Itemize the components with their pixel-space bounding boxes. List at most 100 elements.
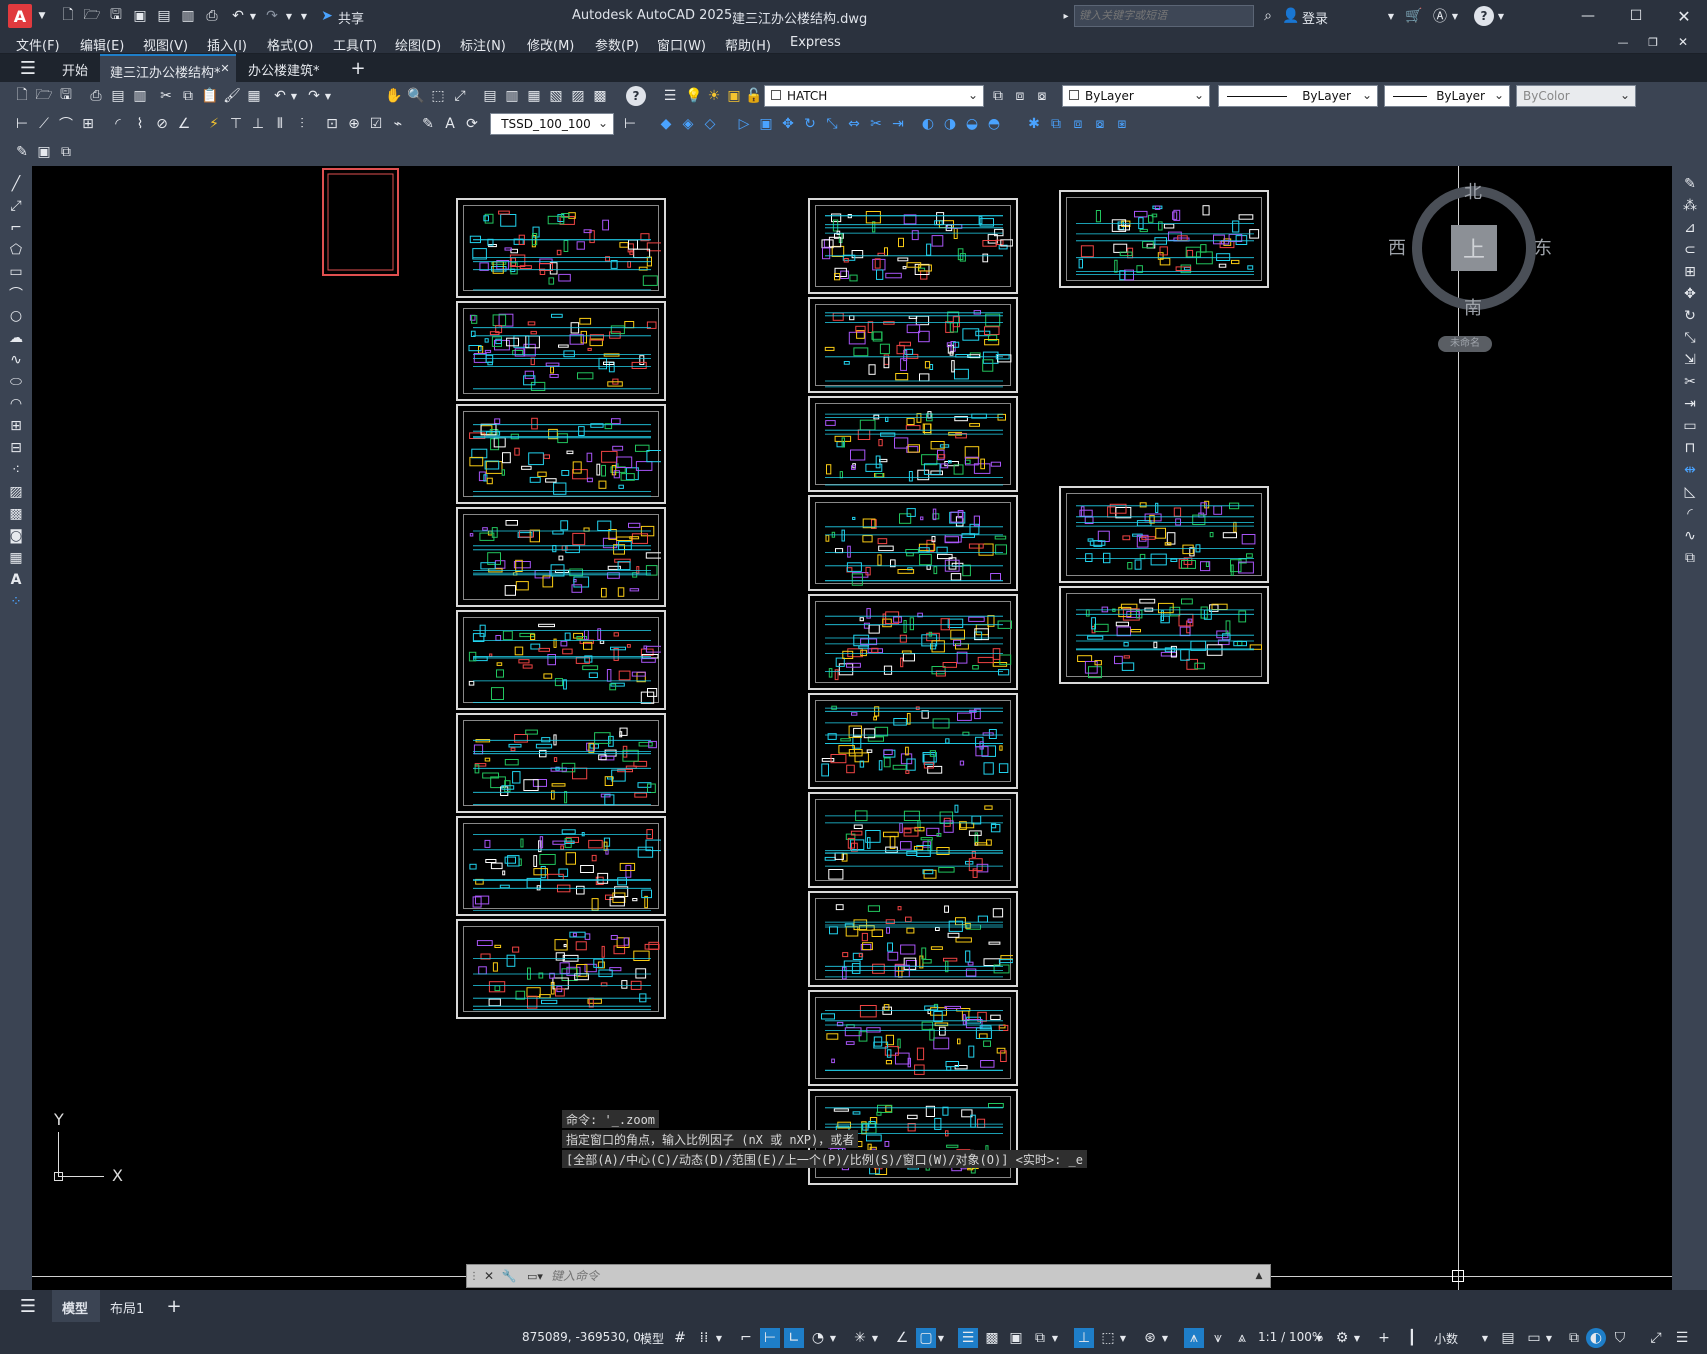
add-selected-icon[interactable]: ⁘ bbox=[6, 592, 26, 612]
menu-item-insert[interactable]: 插入(I) bbox=[207, 35, 247, 54]
dim-jogged-icon[interactable]: ⌇ bbox=[130, 114, 150, 134]
auto-scale-icon[interactable]: ⩛ bbox=[1208, 1328, 1228, 1348]
lineweight-dropdown[interactable]: ByLayer ⌄ bbox=[1384, 85, 1510, 107]
modify-array-icon[interactable]: ▣ bbox=[756, 114, 776, 134]
user-icon[interactable]: 👤 bbox=[1282, 6, 1300, 26]
annotation-monitor-icon[interactable]: + bbox=[1374, 1328, 1394, 1348]
rotate-icon[interactable]: ↻ bbox=[1680, 306, 1700, 326]
tab-structure[interactable]: 建三江办公楼结构* bbox=[100, 54, 236, 82]
minimize-icon[interactable]: — bbox=[1576, 6, 1600, 26]
dim-update-icon[interactable]: ⟳ bbox=[462, 114, 482, 134]
search-icon[interactable]: ⌕ bbox=[1258, 6, 1278, 26]
lock-ui-dropdown-icon[interactable]: ▼ bbox=[1544, 1328, 1554, 1348]
modify-erase-icon[interactable]: ◆ bbox=[656, 114, 676, 134]
autodesk-app-dropdown-icon[interactable]: ▼ bbox=[1450, 8, 1460, 24]
snap-dropdown-icon[interactable]: ▼ bbox=[714, 1328, 724, 1348]
move-icon[interactable]: ✥ bbox=[1680, 284, 1700, 304]
fillet-icon[interactable]: ◜ bbox=[1680, 504, 1700, 524]
center-mark-icon[interactable]: ⊕ bbox=[344, 114, 364, 134]
annotation-scale-dropdown-icon[interactable]: ▼ bbox=[1314, 1328, 1324, 1348]
modify-fillet-icon[interactable]: ◓ bbox=[984, 114, 1004, 134]
units-dropdown-icon[interactable]: ▼ bbox=[1480, 1328, 1490, 1348]
doc-minimize-icon[interactable]: — bbox=[1614, 33, 1632, 51]
dim-linear-icon[interactable]: ⊢ bbox=[12, 114, 32, 134]
command-customize-icon[interactable]: 🔧 bbox=[501, 1267, 517, 1285]
menu-item-view[interactable]: 视图(V) bbox=[143, 35, 188, 54]
construction-line-icon[interactable]: ⤢ bbox=[6, 196, 26, 216]
draworder-back-icon[interactable]: ⧈ bbox=[1068, 114, 1088, 134]
infer-constraints-icon[interactable]: ⌐ bbox=[736, 1328, 756, 1348]
viewcube-face-top[interactable]: 上 bbox=[1451, 225, 1497, 271]
modify-copy-icon[interactable]: ◈ bbox=[678, 114, 698, 134]
layer-on-bulb-icon[interactable]: 💡 bbox=[684, 86, 704, 106]
object-snap-dropdown-icon[interactable]: ▼ bbox=[936, 1328, 946, 1348]
chamfer-icon[interactable]: ◺ bbox=[1680, 482, 1700, 502]
undo-tool-icon[interactable]: ↶ bbox=[270, 86, 290, 106]
dynamic-input-icon[interactable]: ⊢ bbox=[760, 1328, 780, 1348]
annotation-scale-icon[interactable]: ⩓ bbox=[1232, 1328, 1252, 1348]
workspace-gear-icon[interactable]: ⚙ bbox=[1332, 1328, 1352, 1348]
help-dropdown-icon[interactable]: ▼ bbox=[1496, 8, 1506, 24]
modify-chamfer-icon[interactable]: ◒ bbox=[962, 114, 982, 134]
object-snap-icon[interactable]: ▢ bbox=[916, 1328, 936, 1348]
viewcube-north[interactable]: 北 bbox=[1464, 178, 1482, 204]
modify-scale-icon[interactable]: ⤡ bbox=[822, 114, 842, 134]
dimstyle-icon[interactable]: ⊢ bbox=[620, 114, 640, 134]
copy-object-icon[interactable]: ⁂ bbox=[1680, 196, 1700, 216]
viewcube-east[interactable]: 东 bbox=[1534, 234, 1552, 260]
save-tool-icon[interactable]: 🖫 bbox=[56, 86, 76, 106]
modify-stretch-icon[interactable]: ⇔ bbox=[844, 114, 864, 134]
offset-icon[interactable]: ⊂ bbox=[1680, 240, 1700, 260]
inspection-icon[interactable]: ☑ bbox=[366, 114, 386, 134]
dim-arc-icon[interactable]: ⌒ bbox=[56, 114, 76, 134]
command-close-icon[interactable]: ✕ bbox=[481, 1267, 497, 1285]
cart-icon[interactable]: 🛒 bbox=[1404, 6, 1424, 26]
make-current-layer-icon[interactable]: ⧉ bbox=[988, 86, 1008, 106]
draworder-front-icon[interactable]: ⧉ bbox=[1046, 114, 1066, 134]
menu-item-parametric[interactable]: 参数(P) bbox=[595, 35, 639, 54]
stretch-icon[interactable]: ⇲ bbox=[1680, 350, 1700, 370]
maximize-icon[interactable]: ☐ bbox=[1624, 6, 1648, 26]
tab-start[interactable]: 开始 bbox=[52, 54, 98, 82]
menu-item-edit[interactable]: 编辑(E) bbox=[80, 35, 124, 54]
design-center-icon[interactable]: ▥ bbox=[502, 86, 522, 106]
object-snap-tracking-icon[interactable]: ∠ bbox=[892, 1328, 912, 1348]
layer-states-icon[interactable]: ⧇ bbox=[1032, 86, 1052, 106]
break-at-point-icon[interactable]: ▭ bbox=[1680, 416, 1700, 436]
explode-icon[interactable]: ⧉ bbox=[1680, 548, 1700, 568]
app-menu-chevron-icon[interactable]: ▼ bbox=[36, 6, 48, 26]
modify-extend-icon[interactable]: ⇥ bbox=[888, 114, 908, 134]
properties-icon[interactable]: ▤ bbox=[480, 86, 500, 106]
units-icon[interactable]: ┃ bbox=[1402, 1328, 1422, 1348]
menu-item-dimension[interactable]: 标注(N) bbox=[460, 35, 506, 54]
linetype-dropdown[interactable]: ByLayer ⌄ bbox=[1218, 85, 1378, 107]
selection-filter-icon[interactable]: ⬚ bbox=[1098, 1328, 1118, 1348]
dim-baseline-icon[interactable]: ⊤ bbox=[226, 114, 246, 134]
customize-status-icon[interactable]: ☰ bbox=[1672, 1328, 1692, 1348]
isolate-objects-icon[interactable]: ⧉ bbox=[1564, 1328, 1584, 1348]
match-properties-icon[interactable]: 🖌 bbox=[222, 86, 242, 106]
undo-tool-dropdown-icon[interactable]: ▼ bbox=[288, 86, 300, 106]
sheet-set-icon[interactable]: ▧ bbox=[546, 86, 566, 106]
layout-menu-icon[interactable]: ☰ bbox=[16, 1296, 40, 1317]
array-icon[interactable]: ⊞ bbox=[1680, 262, 1700, 282]
transparency-icon[interactable]: ▩ bbox=[982, 1328, 1002, 1348]
scale-icon[interactable]: ⤡ bbox=[1680, 328, 1700, 348]
add-layout-icon[interactable]: + bbox=[162, 1296, 186, 1317]
jogged-linear-icon[interactable]: ⌁ bbox=[388, 114, 408, 134]
spline-icon[interactable]: ∿ bbox=[6, 350, 26, 370]
plotstyle-dropdown[interactable]: ByColor ⌄ bbox=[1516, 85, 1636, 107]
customize-qat-icon[interactable]: ▼ bbox=[298, 8, 310, 24]
dynamic-ucs-icon[interactable]: ⊥ bbox=[1074, 1328, 1094, 1348]
ellipse-arc-icon[interactable]: ◠ bbox=[6, 394, 26, 414]
menu-item-window[interactable]: 窗口(W) bbox=[657, 35, 706, 54]
circle-icon[interactable]: ○ bbox=[6, 306, 26, 326]
layer-lock-icon[interactable]: 🔓 bbox=[744, 86, 764, 106]
workspace-dropdown-icon[interactable]: ▼ bbox=[1352, 1328, 1362, 1348]
dim-aligned-icon[interactable]: ⟋ bbox=[34, 114, 54, 134]
units-value[interactable]: 小数 bbox=[1434, 1330, 1458, 1347]
quickcalc-icon[interactable]: ▩ bbox=[590, 86, 610, 106]
layer-dropdown[interactable]: HATCH ⌄ bbox=[764, 85, 984, 107]
isodraft-icon[interactable]: ✳ bbox=[850, 1328, 870, 1348]
lineweight-display-icon[interactable]: ☰ bbox=[958, 1328, 978, 1348]
